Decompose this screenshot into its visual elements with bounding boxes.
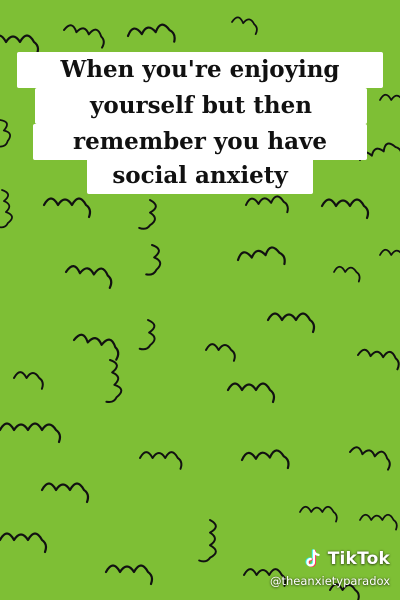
doodle-scallop [42,197,92,219]
doodle-scallop [349,446,391,471]
doodle-scallop [0,119,11,148]
caption-line-1: When you're enjoying [17,52,383,88]
doodle-scallop [72,333,120,361]
doodle-scallop [40,482,90,504]
doodle-scallop [198,519,217,563]
doodle-scallop [139,451,183,470]
doodle-scallop [0,189,13,229]
doodle-scallop [245,195,289,214]
caption-line-2: yourself but then [35,88,367,124]
doodle-scallop [379,93,400,101]
caption-line-3: remember you have [33,124,367,160]
doodle-scallop [0,314,1,345]
doodle-scallop [145,244,162,276]
doodle-scallop [105,359,123,403]
doodle-scallop [104,564,154,586]
doodle-scallop [64,265,113,289]
doodle-scallop [138,319,156,351]
doodle-scallop [266,312,316,334]
doodle-scallop [226,382,276,404]
doodle-scallop [63,24,105,49]
doodle-scallop [126,23,176,43]
doodle-scallop [205,343,236,362]
doodle-scallop [320,198,370,220]
doodle-scallop [13,371,44,390]
caption-line-4: social anxiety [87,158,313,194]
tiktok-logo-icon [305,549,320,568]
doodle-scallop [0,532,48,554]
tiktok-brand-text: TikTok [327,549,390,569]
doodle-scallop [379,248,400,256]
tiktok-watermark: TikTok @theanxietyparadox [270,548,390,588]
doodle-scallop [299,505,338,523]
doodle-scallop [236,246,286,266]
doodle-scallop [333,265,361,283]
creator-handle: @theanxietyparadox [269,574,390,588]
doodle-scallop [357,348,400,371]
doodle-scallop [138,199,157,230]
doodle-scallop [231,16,258,36]
doodle-scallop [240,449,290,470]
doodle-scallop [359,513,398,531]
doodle-scallop [0,422,62,444]
